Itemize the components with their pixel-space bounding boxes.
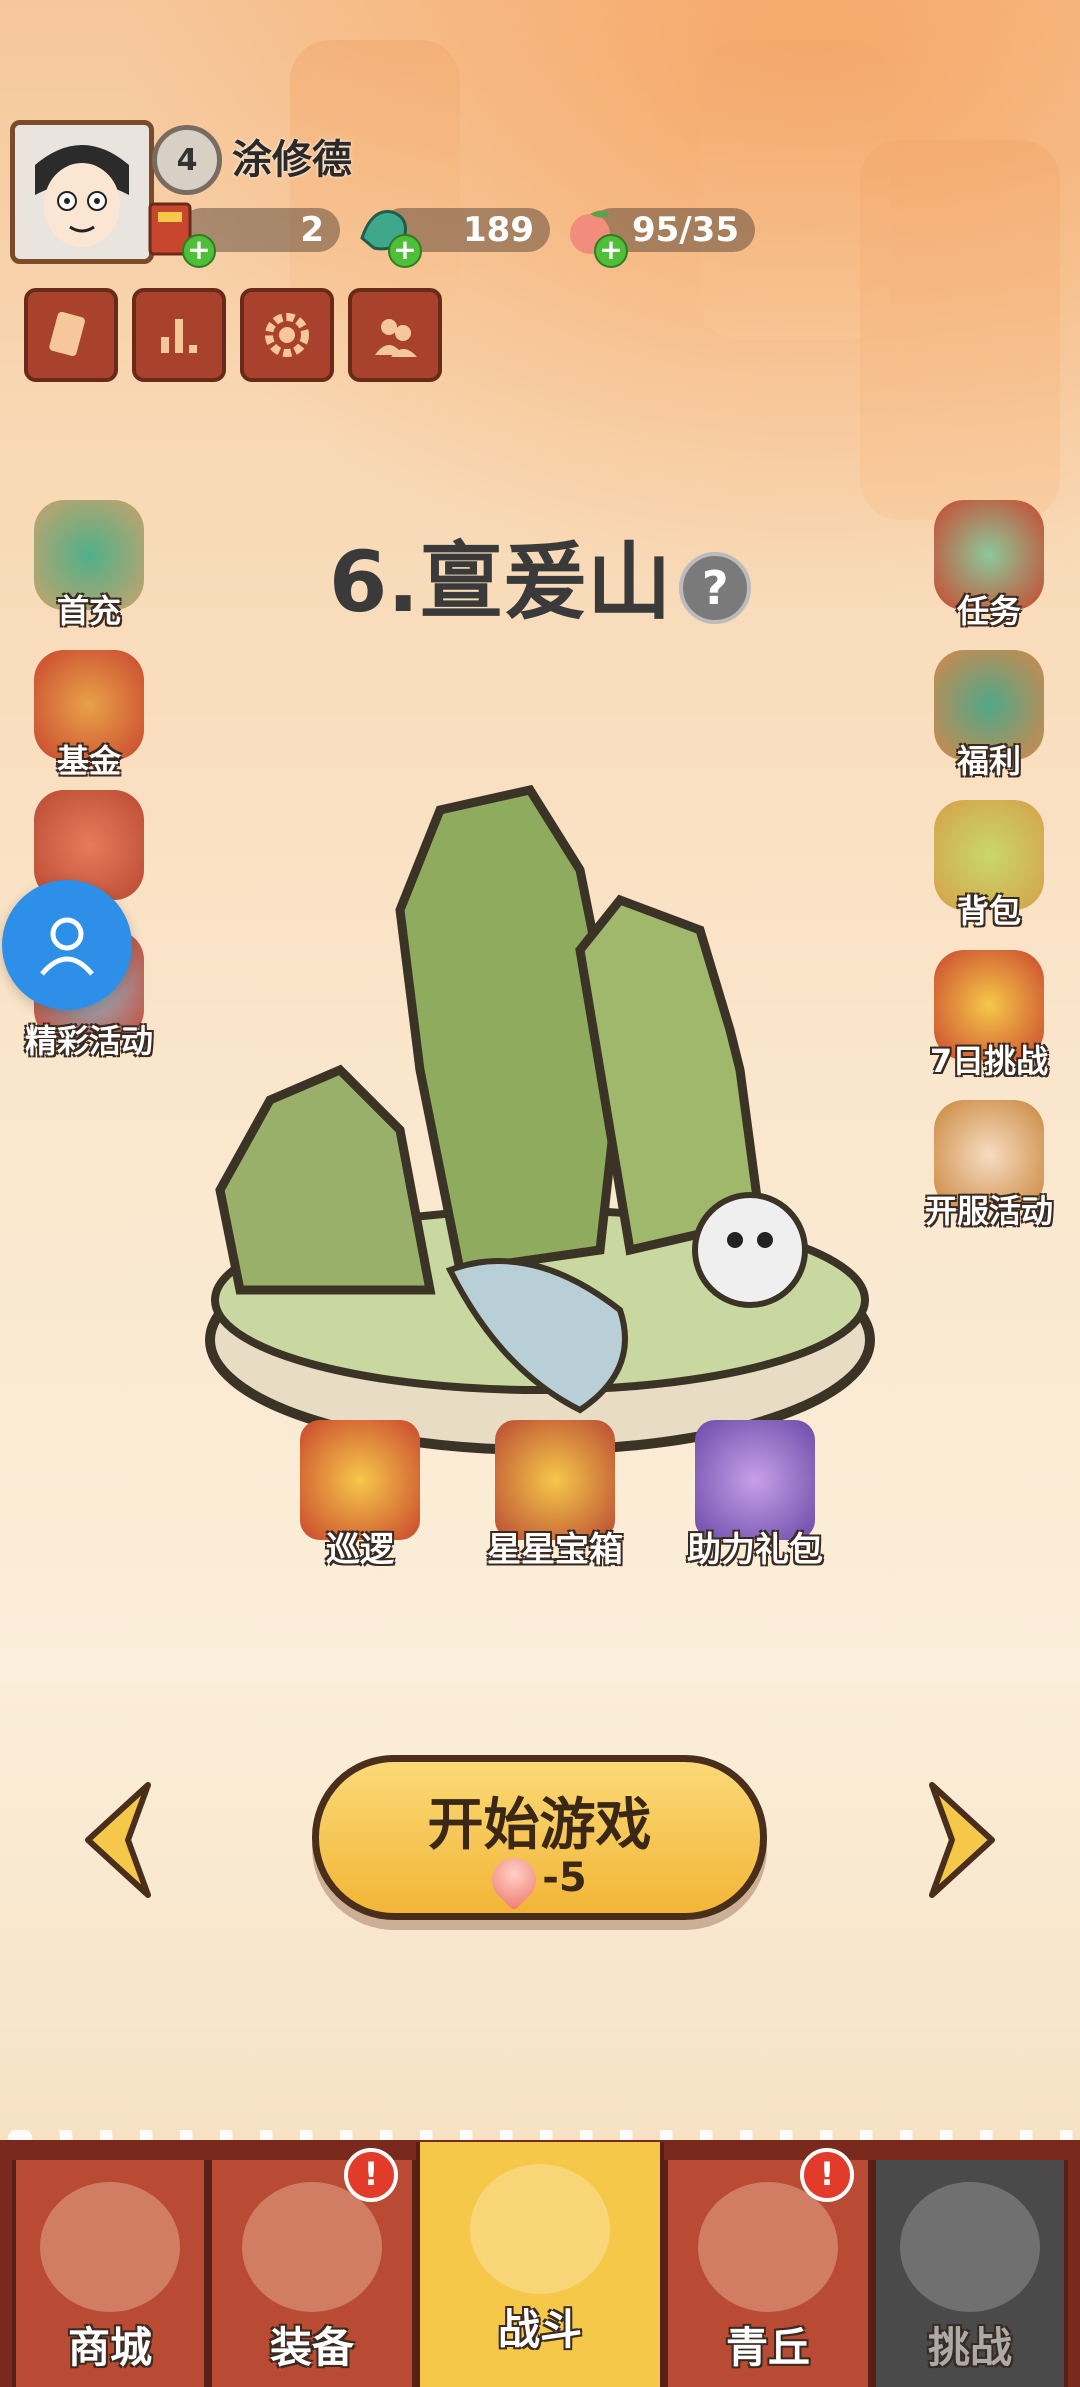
fund-button[interactable]: 基金	[14, 650, 164, 782]
stamina-add-button[interactable]: +	[594, 234, 628, 268]
level-badge: 4	[152, 125, 222, 195]
seven-day-challenge-label: 7日挑战	[929, 1042, 1049, 1080]
patrol-button[interactable]: 巡逻	[275, 1420, 445, 1571]
settings-gear-icon	[265, 313, 309, 357]
chevron-right-icon	[929, 1782, 995, 1898]
events-label: 精彩活动	[24, 1022, 153, 1060]
stage-island-illustration[interactable]	[200, 770, 880, 1530]
tab-equipment-label: 装备	[269, 2323, 354, 2372]
friends-icon	[375, 319, 417, 357]
tab-challenge-label: 挑战	[927, 2323, 1012, 2372]
ticket-count: 2	[300, 210, 324, 250]
tab-battle-label: 战斗	[497, 2305, 582, 2354]
jade-count: 189	[463, 210, 534, 250]
alert-badge: !	[344, 2148, 398, 2202]
tab-battle[interactable]: 战斗	[416, 2142, 664, 2387]
star-chest-button[interactable]: 星星宝箱	[470, 1420, 640, 1571]
task-label: 任务	[956, 592, 1021, 630]
locked-portal-icon	[900, 2182, 1040, 2312]
crossed-swords-icon	[470, 2164, 610, 2294]
server-event-button[interactable]: 开服活动	[914, 1100, 1064, 1232]
start-game-button[interactable]: 开始游戏 -5	[312, 1755, 767, 1920]
avatar-portrait-icon	[15, 125, 149, 259]
card-icon	[49, 311, 85, 357]
ticket-add-button[interactable]: +	[182, 234, 216, 268]
tab-shop-label: 商城	[67, 2323, 152, 2372]
fund-label: 基金	[56, 742, 121, 780]
welfare-button[interactable]: 福利	[914, 650, 1064, 782]
bottom-nav: 商城 ! 装备 战斗 ! 青丘 挑战	[0, 2140, 1080, 2387]
level-value: 4	[176, 142, 198, 178]
stage-name: 6.亶爰山	[328, 533, 672, 631]
backpack-label: 背包	[956, 892, 1021, 930]
next-stage-button[interactable]	[922, 1775, 1002, 1905]
peach-icon	[483, 1848, 546, 1912]
tab-qingqiu[interactable]: ! 青丘	[664, 2148, 872, 2387]
user-icon	[40, 917, 94, 976]
lantern-decor	[860, 140, 1060, 520]
star-chest-label: 星星宝箱	[487, 1530, 623, 1570]
assist-gift-label: 助力礼包	[687, 1530, 823, 1570]
patrol-label: 巡逻	[326, 1530, 394, 1570]
customer-service-button[interactable]	[2, 880, 132, 1010]
jade-add-button[interactable]: +	[388, 234, 422, 268]
shop-icon	[40, 2182, 180, 2312]
tab-equipment[interactable]: ! 装备	[208, 2148, 416, 2387]
assist-gift-button[interactable]: 助力礼包	[670, 1420, 840, 1571]
stamina-count: 95/35	[631, 210, 739, 250]
mountain-island-image	[205, 784, 875, 1455]
alert-badge: !	[800, 2148, 854, 2202]
tab-qingqiu-label: 青丘	[725, 2323, 810, 2372]
stats-icon	[161, 319, 197, 353]
welfare-label: 福利	[956, 742, 1021, 780]
stats-button[interactable]	[132, 288, 226, 382]
gift-bag-button[interactable]	[14, 790, 164, 900]
tab-challenge[interactable]: 挑战	[872, 2160, 1068, 2387]
tab-shop[interactable]: 商城	[12, 2160, 208, 2387]
chevron-left-icon	[85, 1782, 151, 1898]
settings-button[interactable]	[240, 288, 334, 382]
start-game-label: 开始游戏	[427, 1793, 652, 1858]
friends-button[interactable]	[348, 288, 442, 382]
first-recharge-button[interactable]: 首充	[14, 500, 164, 632]
task-button[interactable]: 任务	[914, 500, 1064, 632]
start-cost-value: -5	[542, 1855, 587, 1901]
previous-stage-button[interactable]	[78, 1775, 158, 1905]
player-name: 涂修德	[232, 137, 352, 183]
mountain-icon	[698, 2182, 838, 2312]
card-button[interactable]	[24, 288, 118, 382]
helmet-icon	[242, 2182, 382, 2312]
seven-day-challenge-button[interactable]: 7日挑战	[914, 950, 1064, 1082]
first-recharge-label: 首充	[56, 592, 121, 630]
server-event-label: 开服活动	[924, 1192, 1053, 1230]
help-icon[interactable]: ?	[679, 552, 752, 625]
backpack-button[interactable]: 背包	[914, 800, 1064, 932]
player-avatar[interactable]	[10, 120, 154, 264]
start-cost: -5	[319, 1848, 760, 1912]
